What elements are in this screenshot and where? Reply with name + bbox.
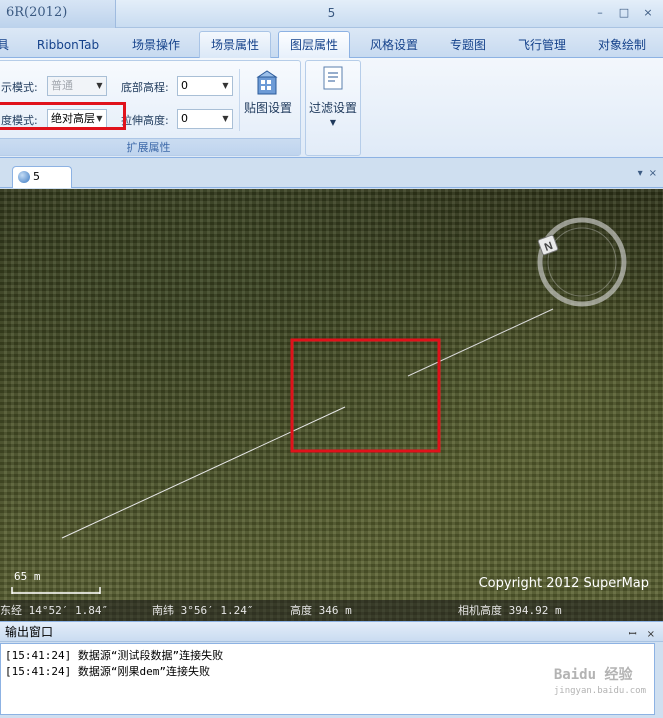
ribbon-tab-bar: 具 RibbonTab 场景操作 场景属性 图层属性 风格设置 专题图 飞行管理…: [0, 28, 663, 58]
display-mode-combo[interactable]: 普通 ▼: [47, 76, 107, 96]
bottom-altitude-combo[interactable]: 0 ▼: [177, 76, 233, 96]
tab-tools[interactable]: 具: [0, 31, 14, 58]
output-window: 输出窗口 ꟷ × [15:41:24] 数据源“测试段数据”连接失败 [15:4…: [0, 621, 663, 718]
tab-thematic-map[interactable]: 专题图: [436, 31, 500, 58]
group-caption: 扩展属性: [0, 138, 300, 155]
scene-status-bar: 东经 14°52′ 1.84″ 南纬 3°56′ 1.24″ 高度 346 m …: [0, 600, 663, 621]
texture-settings-label: 贴图设置: [243, 101, 292, 115]
bottom-altitude-label: 底部高程:: [121, 81, 169, 94]
camera-altitude-readout: 相机高度 394.92 m: [458, 604, 562, 617]
scale-bar: [11, 587, 101, 594]
pin-icon[interactable]: ꟷ: [628, 625, 636, 645]
measure-line: [407, 308, 554, 377]
watermark-url: jingyan.baidu.com: [553, 686, 646, 696]
altitude-mode-highlight: [0, 102, 126, 130]
scene-overlay: N: [11, 217, 627, 594]
minimize-button[interactable]: –: [589, 4, 611, 22]
output-title-label: 输出窗口: [5, 625, 54, 639]
scene-tab-label: 5: [33, 170, 40, 183]
extrude-height-combo[interactable]: 0 ▼: [177, 109, 233, 129]
copyright-text: Copyright 2012 SuperMap: [478, 576, 649, 591]
maximize-button[interactable]: □: [613, 4, 635, 22]
filter-group: 过滤设置 ▼: [305, 60, 361, 156]
altitude-readout: 高度 346 m: [290, 604, 352, 617]
filter-settings-button[interactable]: 过滤设置 ▼: [306, 65, 360, 135]
display-mode-label: 示模式:: [1, 81, 38, 94]
filter-settings-label: 过滤设置: [308, 101, 357, 115]
document-tab-bar: 5 ▾ ×: [0, 158, 663, 188]
latitude-readout: 南纬 3°56′ 1.24″: [152, 604, 254, 617]
measure-line: [61, 406, 346, 539]
3d-scene-view[interactable]: N 65 m Copyright 2012 SuperMap 东经 14°52′…: [0, 189, 663, 621]
texture-icon: [256, 70, 278, 95]
chevron-down-icon: ▼: [222, 114, 229, 123]
chevron-down-icon: ▼: [222, 81, 229, 90]
output-close-button[interactable]: ×: [647, 625, 655, 645]
tab-dropdown-button[interactable]: ▾: [638, 168, 643, 179]
tab-object-drawing[interactable]: 对象绘制: [585, 31, 659, 58]
log-line: [15:41:24] 数据源“测试段数据”连接失败: [5, 649, 224, 662]
tab-layer-properties[interactable]: 图层属性: [278, 31, 350, 58]
output-log[interactable]: [15:41:24] 数据源“测试段数据”连接失败 [15:41:24] 数据源…: [0, 643, 655, 715]
globe-icon: [18, 171, 30, 183]
filter-icon: [323, 66, 343, 90]
group-separator: [239, 69, 240, 131]
output-window-title: 输出窗口 ꟷ ×: [0, 621, 663, 642]
extrude-height-label: 拉伸高度:: [121, 114, 169, 127]
tab-flight-management[interactable]: 飞行管理: [506, 31, 578, 58]
tab-close-button[interactable]: ×: [649, 168, 657, 179]
longitude-readout: 东经 14°52′ 1.84″: [0, 604, 109, 617]
chevron-down-icon: ▼: [329, 118, 337, 127]
watermark: Baidu 经验 jingyan.baidu.com: [554, 664, 646, 696]
tab-ribbontab[interactable]: RibbonTab: [26, 31, 110, 58]
tab-scene-operation[interactable]: 场景操作: [120, 31, 192, 58]
compass-icon[interactable]: [537, 217, 627, 307]
title-bar: 6R(2012) 5 – □ ×: [0, 0, 663, 28]
texture-settings-button[interactable]: 贴图设置: [243, 69, 293, 131]
chevron-down-icon: ▼: [96, 81, 103, 90]
selection-highlight: [290, 338, 441, 453]
close-button[interactable]: ×: [637, 4, 659, 22]
scale-label: 65 m: [14, 570, 41, 583]
tab-scene-properties[interactable]: 场景属性: [199, 31, 271, 58]
window-title: 5: [327, 6, 336, 20]
scene-document-tab[interactable]: 5: [12, 166, 72, 188]
watermark-text: Baidu 经验: [553, 667, 633, 683]
ribbon-panel: 示模式: 普通 ▼ 度模式: 绝对高层 ▼ 底部高程: 0 ▼ 拉伸高度: 0 ▼ 贴图…: [0, 58, 663, 158]
tab-style-settings[interactable]: 风格设置: [358, 31, 430, 58]
